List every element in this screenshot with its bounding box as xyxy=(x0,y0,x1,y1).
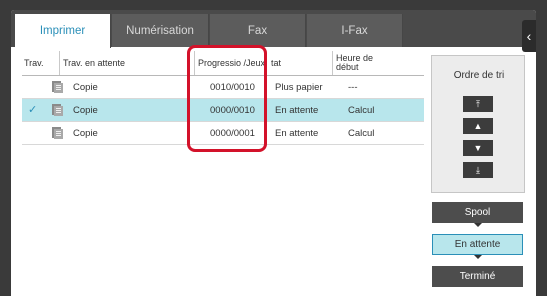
en-attente-notch xyxy=(474,255,482,259)
col-header-trav-attente: Trav. en attente xyxy=(59,51,193,75)
sort-first-button[interactable]: ⤒ xyxy=(463,96,493,112)
sort-order-panel: Ordre de tri ⤒ ▲ ▼ ⤓ xyxy=(431,55,525,193)
sort-up-button[interactable]: ▲ xyxy=(463,118,493,134)
col-header-heure-line2: début xyxy=(336,62,359,72)
spool-notch xyxy=(474,223,482,227)
row-job-name: Copie xyxy=(73,127,98,139)
sort-order-title: Ordre de tri xyxy=(453,70,505,81)
copy-job-icon xyxy=(52,104,63,116)
col-header-trav: Trav. xyxy=(24,57,44,68)
row-start-time: --- xyxy=(348,81,358,93)
row-start-time: Calcul xyxy=(348,104,375,116)
row-status: Plus papier xyxy=(275,81,323,93)
tab-bar: Imprimer Numérisation Fax I-Fax ‹ xyxy=(11,10,536,52)
check-icon: ✓ xyxy=(28,104,38,116)
row-job-name: Copie xyxy=(73,104,98,116)
chevron-left-icon[interactable]: ‹ xyxy=(522,20,536,52)
en-attente-button[interactable]: En attente xyxy=(432,234,523,255)
copy-job-icon xyxy=(52,81,63,93)
progression-column-highlight xyxy=(187,45,267,152)
tab-numerisation[interactable]: Numérisation xyxy=(112,14,209,47)
tab-fax[interactable]: Fax xyxy=(210,14,306,47)
sort-down-button[interactable]: ▼ xyxy=(463,140,493,156)
termine-button[interactable]: Terminé xyxy=(432,266,523,287)
col-header-heure: Heure de début xyxy=(332,51,422,75)
col-header-etat: tat xyxy=(271,57,282,68)
sort-last-button[interactable]: ⤓ xyxy=(463,162,493,178)
spool-button[interactable]: Spool xyxy=(432,202,523,223)
tab-imprimer[interactable]: Imprimer xyxy=(15,14,111,48)
row-status: En attente xyxy=(275,127,319,139)
device-frame: Imprimer Numérisation Fax I-Fax ‹ Trav. … xyxy=(0,0,547,296)
row-start-time: Calcul xyxy=(348,127,375,139)
row-status: En attente xyxy=(275,104,319,116)
job-status-screen: Imprimer Numérisation Fax I-Fax ‹ Trav. … xyxy=(11,10,536,296)
tab-ifax[interactable]: I-Fax xyxy=(307,14,403,47)
copy-job-icon xyxy=(52,127,63,139)
row-job-name: Copie xyxy=(73,81,98,93)
